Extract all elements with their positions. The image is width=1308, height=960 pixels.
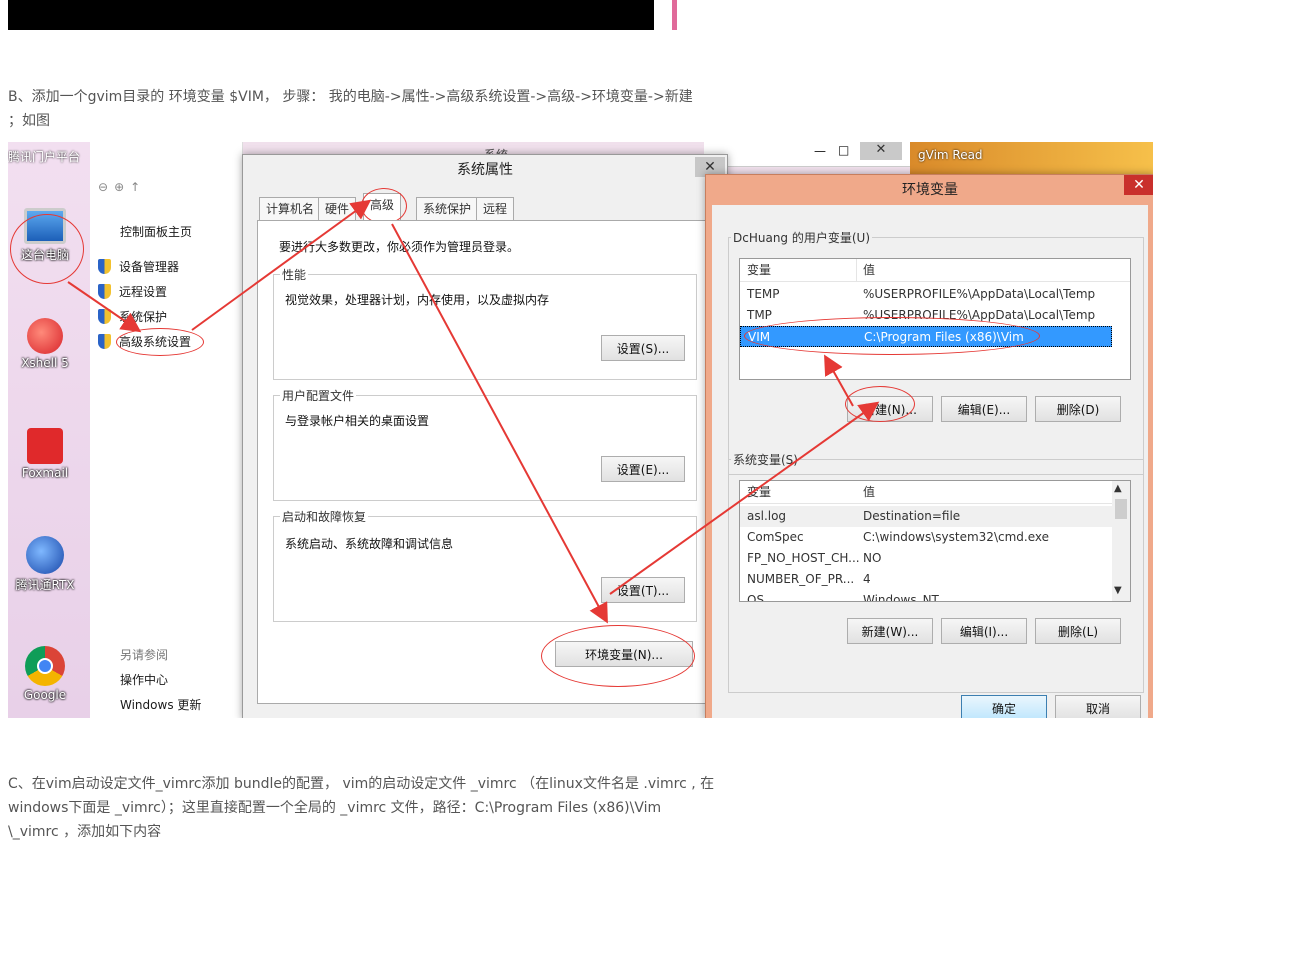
arrow-advanced-to-tab: [191, 199, 372, 331]
arrow-new-to-vim: [824, 354, 854, 407]
paragraph-b-line2: ；如图: [8, 113, 50, 129]
arrow-pc-to-advanced: [67, 281, 142, 333]
paragraph-c-line2-part2: 这里直接配置一个全局的 _vimrc 文件，路径：C:\Program File…: [181, 800, 662, 816]
article-paragraph-b: B、添加一个gvim目录的 环境变量 $VIM， 步骤： 我的电脑->属性->高…: [8, 85, 728, 133]
paragraph-b-line1: B、添加一个gvim目录的 环境变量 $VIM， 步骤： 我的电脑->属性->高…: [8, 89, 693, 105]
paragraph-c-line2-part1: windows下面是 _vimrc）；: [8, 800, 182, 816]
top-banner-edge: [654, 0, 677, 30]
embedded-screenshot: 腾讯门户平台 这台电脑 Xshell 5 Foxmail 腾讯通RTX Goog…: [8, 142, 1153, 718]
annotation-arrows: [67, 199, 880, 624]
arrow-env-to-new: [609, 401, 880, 595]
arrow-tab-to-env: [391, 223, 608, 624]
paragraph-c-line3: \_vimrc ，添加如下内容: [8, 824, 162, 840]
paragraph-c-line2: windows下面是 _vimrc）；这里直接配置一个全局的 _vimrc 文件…: [8, 796, 748, 820]
top-banner-image: [8, 0, 654, 30]
paragraph-c-line1: C、在vim启动设定文件_vimrc添加 bundle的配置， vim的启动设定…: [8, 776, 715, 792]
article-paragraph-c: C、在vim启动设定文件_vimrc添加 bundle的配置， vim的启动设定…: [8, 772, 748, 844]
